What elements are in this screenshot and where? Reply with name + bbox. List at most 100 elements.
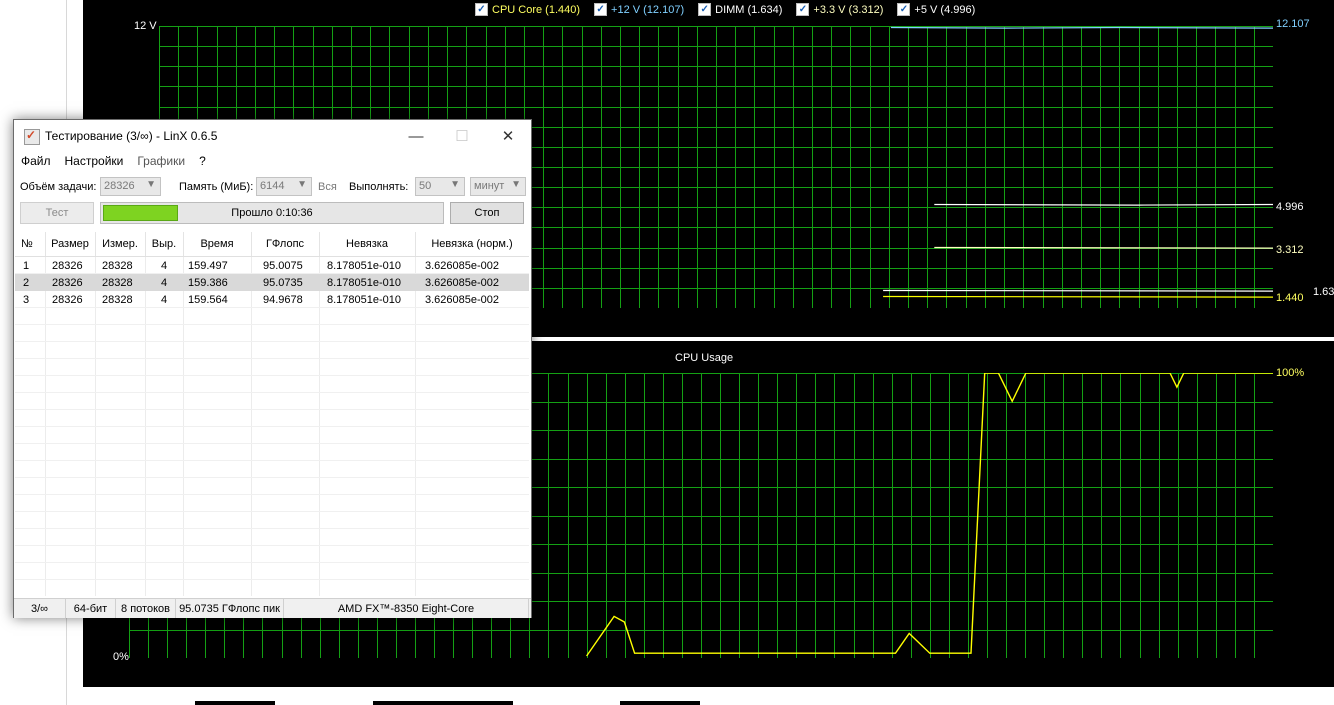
series-line (883, 289, 1273, 292)
table-cell: 94.9678 (263, 293, 303, 306)
cpu-core-value: 1.440 (1276, 292, 1304, 304)
legend-label: +5 V (4.996) (914, 3, 976, 16)
legend-label: DIMM (1.634) (715, 3, 783, 16)
problem-size-value: 28326 (104, 180, 135, 192)
table-cell: 4 (161, 293, 168, 306)
table-cell: 8.178051e-010 (327, 293, 402, 306)
table-row[interactable]: 1 28326 28328 4 159.497 95.0075 8.178051e-010 3… (15, 257, 529, 274)
window-title: Тестирование (3/∞) - LinX 0.6.5 (45, 129, 218, 143)
column-header[interactable]: Измер. (95, 232, 146, 256)
series-line (890, 26, 1273, 29)
taskbar-fragment (373, 701, 513, 705)
menu-settings[interactable]: Настройки (65, 154, 124, 168)
checkbox-icon[interactable]: ✓ (475, 3, 488, 16)
series-line (934, 203, 1273, 206)
menu-file[interactable]: Файл (21, 154, 51, 168)
cpu-usage-min-label: 0% (113, 651, 129, 663)
progress-text: Прошло 0:10:36 (231, 207, 313, 219)
table-cell: 159.564 (188, 293, 228, 306)
table-cell: 28328 (102, 276, 133, 289)
table-cell: 8.178051e-010 (327, 276, 402, 289)
voltage-axis-label: 12 V (134, 20, 157, 32)
menu-bar: Файл Настройки Графики ? (14, 152, 531, 170)
run-label: Выполнять: (349, 181, 409, 193)
table-body: 1 28326 28328 4 159.497 95.0075 8.178051e-010 3… (15, 257, 529, 308)
menu-help[interactable]: ? (199, 154, 206, 168)
v33-value: 3.312 (1276, 244, 1304, 256)
taskbar-fragment (620, 701, 700, 705)
run-unit-value: минут (474, 180, 505, 192)
legend-item[interactable]: ✓ +5 V (4.996) (897, 3, 975, 16)
status-bar: 3/∞ 64-бит 8 потоков 95.0735 ГФлопс пик AMD … (14, 598, 531, 618)
menu-graphs[interactable]: Графики (137, 154, 185, 168)
table-cell: 3.626085e-002 (425, 276, 500, 289)
table-cell: 28328 (102, 293, 133, 306)
column-header[interactable]: Невязка (319, 232, 416, 256)
legend-label: CPU Core (1.440) (492, 3, 581, 16)
run-count-value: 50 (419, 180, 432, 192)
legend-item[interactable]: ✓ +12 V (12.107) (594, 3, 684, 16)
status-cell: 64-бит (66, 599, 116, 618)
column-header[interactable]: ГФлопс (251, 232, 320, 256)
table-cell: 28326 (52, 276, 83, 289)
table-cell: 28328 (102, 259, 133, 272)
table-row[interactable]: 2 28326 28328 4 159.386 95.0735 8.178051e-010 3… (15, 274, 529, 291)
stop-button[interactable]: Стоп (450, 202, 524, 224)
legend-label: +12 V (12.107) (611, 3, 685, 16)
cpu-usage-title: CPU Usage (675, 352, 734, 364)
test-button[interactable]: Тест (20, 202, 94, 224)
linx-window: Тестирование (3/∞) - LinX 0.6.5 — ☐ ✕ Фа… (13, 119, 532, 618)
maximize-button[interactable]: ☐ (439, 120, 485, 152)
memory-combo[interactable]: 6144 ▼ (256, 177, 312, 196)
table-cell: 3.626085e-002 (425, 259, 500, 272)
table-cell: 8.178051e-010 (327, 259, 402, 272)
table-cell: 1 (23, 259, 30, 272)
voltage-legend: ✓ CPU Core (1.440) ✓ +12 V (12.107) ✓ DIMM (1… (475, 3, 975, 16)
column-header[interactable]: Время (183, 232, 252, 256)
memory-value: 6144 (260, 180, 285, 192)
chevron-down-icon: ▼ (450, 179, 460, 190)
run-count-combo[interactable]: 50 ▼ (415, 177, 465, 196)
checkbox-icon[interactable]: ✓ (698, 3, 712, 16)
progress-bar: Прошло 0:10:36 (100, 202, 444, 224)
taskbar-fragment (195, 701, 275, 705)
legend-item[interactable]: ✓ +3.3 V (3.312) (796, 3, 883, 16)
run-unit-combo[interactable]: минут ▼ (470, 177, 526, 196)
title-bar[interactable]: Тестирование (3/∞) - LinX 0.6.5 — ☐ ✕ (14, 120, 531, 152)
status-cell: 8 потоков (116, 599, 176, 618)
checkbox-icon[interactable]: ✓ (897, 3, 911, 16)
legend-item[interactable]: ✓ CPU Core (1.440) (475, 3, 580, 16)
settings-row: Объём задачи: 28326 ▼ Память (МиБ): 6144… (14, 176, 531, 200)
table-cell: 28326 (52, 259, 83, 272)
v5-value: 4.996 (1276, 201, 1304, 213)
checkbox-icon[interactable]: ✓ (594, 3, 608, 16)
table-header: № Размер Измер. Выр. Время ГФлопс Невязка Невяз… (15, 232, 529, 257)
legend-label: +3.3 V (3.312) (813, 3, 884, 16)
close-button[interactable]: ✕ (485, 120, 531, 152)
all-memory-checkbox-label[interactable]: Вся (318, 181, 337, 193)
results-table: № Размер Измер. Выр. Время ГФлопс Невязка Невяз… (15, 232, 529, 596)
chevron-down-icon: ▼ (146, 179, 156, 190)
table-cell: 2 (23, 276, 30, 289)
column-header[interactable]: № (15, 232, 46, 256)
column-header[interactable]: Размер (45, 232, 96, 256)
problem-size-label: Объём задачи: (20, 181, 97, 193)
table-cell: 4 (161, 276, 168, 289)
column-header[interactable]: Невязка (норм.) (415, 232, 529, 256)
memory-label: Память (МиБ): (179, 181, 254, 193)
status-cell: 95.0735 ГФлопс пик (176, 599, 284, 618)
cpu-usage-max-label: 100% (1276, 367, 1305, 379)
column-header[interactable]: Выр. (145, 232, 184, 256)
minimize-button[interactable]: — (393, 120, 439, 152)
v12-value: 12.107 (1276, 18, 1310, 30)
cpu-usage-line (586, 373, 1273, 657)
legend-item[interactable]: ✓ DIMM (1.634) (698, 3, 782, 16)
status-cell: 3/∞ (14, 599, 66, 618)
table-cell: 3.626085e-002 (425, 293, 500, 306)
dimm-value: 1.634 (1313, 286, 1334, 298)
table-row[interactable]: 3 28326 28328 4 159.564 94.9678 8.178051e-010 3… (15, 291, 529, 308)
problem-size-combo[interactable]: 28326 ▼ (100, 177, 161, 196)
series-line (934, 246, 1273, 249)
table-cell: 95.0075 (263, 259, 303, 272)
checkbox-icon[interactable]: ✓ (796, 3, 810, 16)
